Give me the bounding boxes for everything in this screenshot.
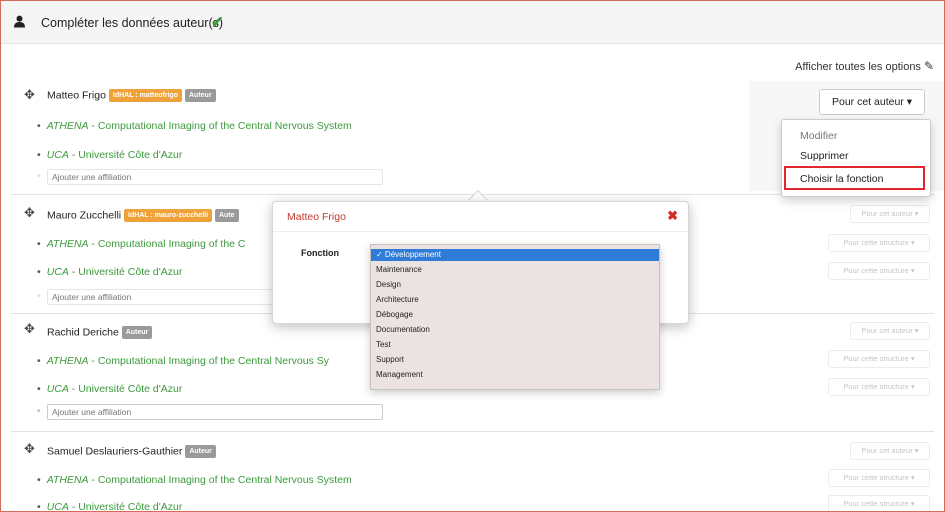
option-maintenance[interactable]: Maintenance [371, 264, 659, 276]
drag-handle-icon[interactable]: ✥ [24, 87, 35, 103]
author-action-menu: Modifier Supprimer Choisir la fonction [781, 119, 931, 197]
affiliation-item[interactable]: • UCA - Université Côte d'Azur [37, 266, 182, 278]
option-design[interactable]: Design [371, 279, 659, 291]
option-documentation[interactable]: Documentation [371, 324, 659, 336]
for-this-author-button[interactable]: Pour cet auteur ▾ [850, 442, 930, 460]
option-management[interactable]: Management [371, 369, 659, 381]
for-this-author-button[interactable]: Pour cet auteur ▾ [850, 322, 930, 340]
author-name: Rachid Deriche Auteur [47, 326, 153, 339]
menu-item-modify[interactable]: Modifier [800, 130, 837, 142]
affiliation-item[interactable]: • ATHENA - Computational Imaging of the C… [37, 355, 329, 367]
affiliation-item[interactable]: • UCA - Université Côte d'Azur [37, 149, 182, 161]
panel-header: Compléter les données auteur(s) ✔ [1, 1, 944, 44]
idhal-badge: IdHAL : matteofrigo [108, 89, 183, 102]
option-support[interactable]: Support [371, 354, 659, 366]
drag-handle-icon[interactable]: ✥ [24, 205, 35, 221]
idhal-badge: IdHAL : mauro-zucchelli [124, 209, 213, 222]
role-badge: Auteur [185, 445, 216, 458]
role-badge: Auteur [121, 326, 153, 339]
for-this-author-button[interactable]: Pour cet auteur ▾ [819, 89, 925, 115]
option-test[interactable]: Test [371, 339, 659, 351]
function-select-dropdown[interactable]: ✓ Développement Maintenance Design Archi… [370, 244, 660, 390]
close-icon[interactable]: ✖ [667, 208, 678, 224]
affiliation-item[interactable]: • ATHENA - Computational Imaging of the C [37, 238, 246, 250]
option-developpement[interactable]: ✓ Développement [371, 249, 659, 261]
role-badge: Aute [214, 209, 239, 222]
add-affiliation-input[interactable] [47, 404, 383, 420]
option-debogage[interactable]: Débogage [371, 309, 659, 321]
for-this-structure-button[interactable]: Pour cette structure ▾ [828, 234, 930, 252]
edit-icon: ✎ [923, 59, 934, 73]
highlight-box [784, 166, 925, 190]
panel-title: Compléter les données auteur(s) [41, 16, 224, 30]
author-name: Mauro Zucchelli IdHAL : mauro-zucchelli … [47, 209, 239, 222]
drag-handle-icon[interactable]: ✥ [24, 321, 35, 337]
divider [11, 431, 934, 432]
show-options-label: Afficher toutes les options [795, 61, 921, 73]
role-badge: Auteur [185, 89, 216, 102]
for-this-structure-button[interactable]: Pour cette structure ▾ [828, 469, 930, 487]
affiliation-item[interactable]: • UCA - Université Côte d'Azur [37, 501, 182, 511]
affiliation-item[interactable]: • ATHENA - Computational Imaging of the C… [37, 120, 352, 132]
check-icon: ✔ [211, 14, 224, 31]
for-this-structure-button[interactable]: Pour cette structure ▾ [828, 378, 930, 396]
affiliation-item[interactable]: • ATHENA - Computational Imaging of the C… [37, 474, 352, 486]
show-all-options-link[interactable]: Afficher toutes les options ✎ [795, 59, 934, 73]
for-this-structure-button[interactable]: Pour cette structure ▾ [828, 350, 930, 368]
function-label: Fonction [301, 248, 339, 258]
author-completion-panel: Compléter les données auteur(s) ✔ Affich… [0, 0, 945, 512]
affiliation-item[interactable]: • UCA - Université Côte d'Azur [37, 383, 182, 395]
option-architecture[interactable]: Architecture [371, 294, 659, 306]
add-affiliation-input[interactable] [47, 169, 383, 185]
for-this-author-button[interactable]: Pour cet auteur ▾ [850, 205, 930, 223]
for-this-structure-button[interactable]: Pour cette structure ▾ [828, 495, 930, 511]
author-name: Matteo Frigo IdHAL : matteofrigo Auteur [47, 89, 216, 102]
popover-divider [273, 231, 688, 232]
popover-title: Matteo Frigo [287, 211, 346, 223]
drag-handle-icon[interactable]: ✥ [24, 441, 35, 457]
for-this-structure-button[interactable]: Pour cette structure ▾ [828, 262, 930, 280]
user-icon [13, 15, 26, 28]
menu-item-delete[interactable]: Supprimer [800, 150, 848, 162]
author-name: Samuel Deslauriers-Gauthier Auteur [47, 445, 216, 458]
